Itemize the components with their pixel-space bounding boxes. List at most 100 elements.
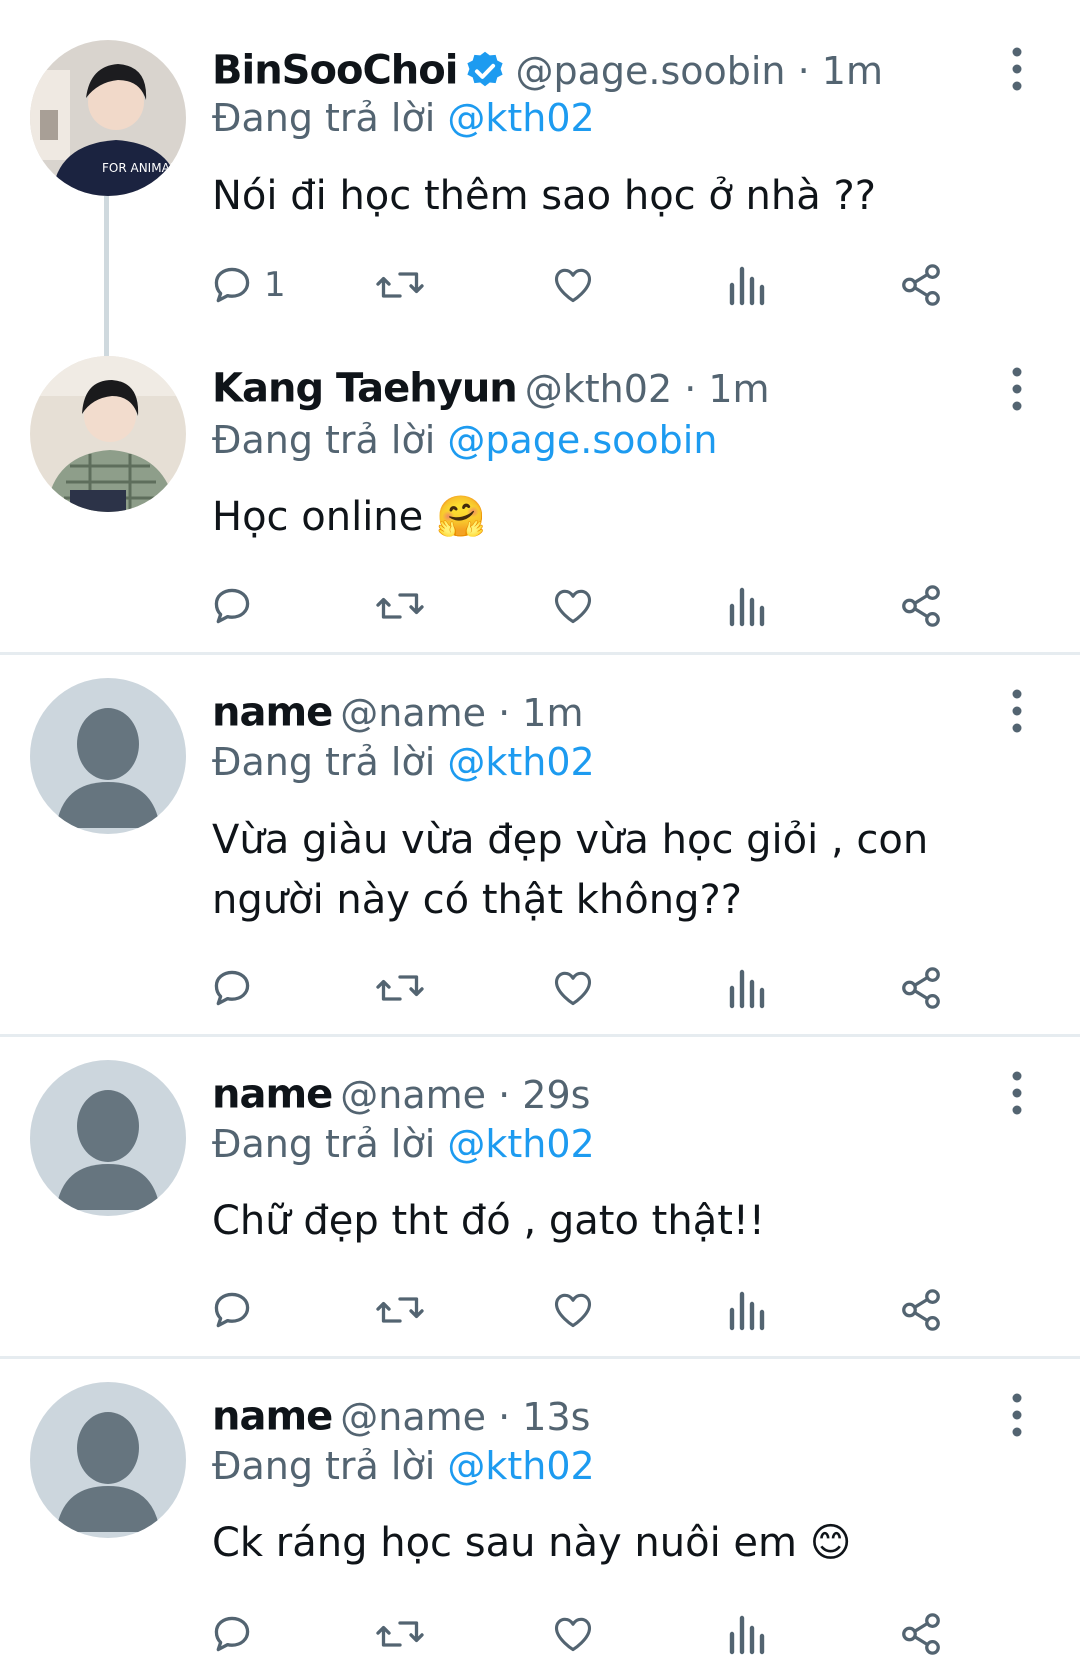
display-name[interactable]: name <box>212 1072 333 1118</box>
avatar[interactable] <box>30 356 186 512</box>
views-button[interactable] <box>726 958 766 1018</box>
avatar[interactable]: FOR ANIMAL <box>30 40 186 196</box>
share-button[interactable] <box>898 958 944 1018</box>
replying-to: Đang trả lời @kth02 <box>212 740 595 784</box>
mention-link[interactable]: @kth02 <box>447 1122 594 1166</box>
reply-bubble-icon <box>210 1288 254 1332</box>
retweet-button[interactable] <box>374 1604 426 1664</box>
replying-to: Đang trả lời @kth02 <box>212 1444 595 1488</box>
retweet-button[interactable] <box>374 255 426 315</box>
tweet-text: Chữ đẹp tht đó , gato thật!! <box>212 1198 765 1244</box>
views-bar-chart-icon <box>726 966 766 1010</box>
replying-to-label: Đang trả lời <box>212 418 436 462</box>
reply-button[interactable] <box>210 1280 264 1340</box>
views-bar-chart-icon <box>726 1612 766 1656</box>
more-vertical-icon[interactable] <box>1002 686 1032 736</box>
timestamp[interactable]: 1m <box>822 49 883 93</box>
tweet-divider <box>0 1356 1080 1359</box>
views-button[interactable] <box>726 576 766 636</box>
views-button[interactable] <box>726 1280 766 1340</box>
share-icon <box>898 1611 944 1657</box>
action-bar <box>210 958 1020 1018</box>
views-bar-chart-icon <box>726 584 766 628</box>
reply-button[interactable] <box>210 1604 264 1664</box>
views-bar-chart-icon <box>726 1288 766 1332</box>
retweet-button[interactable] <box>374 1280 426 1340</box>
share-icon <box>898 965 944 1011</box>
retweet-button[interactable] <box>374 958 426 1018</box>
share-icon <box>898 1287 944 1333</box>
reply-button[interactable]: 1 <box>210 255 286 315</box>
heart-icon <box>550 1612 596 1656</box>
share-icon <box>898 262 944 308</box>
display-name[interactable]: BinSooChoi <box>212 48 458 94</box>
reply-bubble-icon <box>210 263 254 307</box>
like-button[interactable] <box>550 576 596 636</box>
mention-link[interactable]: @kth02 <box>447 96 594 140</box>
replying-to: Đang trả lời @kth02 <box>212 96 595 140</box>
thread-connector-line <box>104 196 109 356</box>
heart-icon <box>550 1288 596 1332</box>
tweet-text: Ck ráng học sau này nuôi em 😊 <box>212 1520 852 1566</box>
like-button[interactable] <box>550 1604 596 1664</box>
views-bar-chart-icon <box>726 263 766 307</box>
default-avatar[interactable] <box>30 1060 186 1216</box>
replying-to: Đang trả lời @kth02 <box>212 1122 595 1166</box>
mention-link[interactable]: @kth02 <box>447 1444 594 1488</box>
handle[interactable]: @kth02 <box>525 367 672 411</box>
heart-icon <box>550 584 596 628</box>
retweet-icon <box>374 584 426 628</box>
reply-count: 1 <box>264 265 286 305</box>
like-button[interactable] <box>550 958 596 1018</box>
more-vertical-icon[interactable] <box>1002 1390 1032 1440</box>
replying-to: Đang trả lời @page.soobin <box>212 418 717 462</box>
more-vertical-icon[interactable] <box>1002 44 1032 94</box>
timestamp[interactable]: 29s <box>522 1073 590 1117</box>
share-button[interactable] <box>898 576 944 636</box>
reply-button[interactable] <box>210 576 264 636</box>
tweet-text: Nói đi học thêm sao học ở nhà ?? <box>212 173 876 219</box>
replying-to-label: Đang trả lời <box>212 1444 436 1488</box>
views-button[interactable] <box>726 255 766 315</box>
reply-button[interactable] <box>210 958 264 1018</box>
verified-badge-icon <box>463 49 507 93</box>
action-bar <box>210 1604 1020 1664</box>
handle[interactable]: @page.soobin <box>515 49 785 93</box>
svg-text:FOR ANIMAL: FOR ANIMAL <box>102 161 177 175</box>
more-vertical-icon[interactable] <box>1002 364 1032 414</box>
timestamp[interactable]: 1m <box>522 691 583 735</box>
default-avatar[interactable] <box>30 678 186 834</box>
replying-to-label: Đang trả lời <box>212 1122 436 1166</box>
share-button[interactable] <box>898 1280 944 1340</box>
tweet-text: Vừa giàu vừa đẹp vừa học giỏi , con ngườ… <box>212 817 929 923</box>
action-bar: 1 <box>210 255 1020 315</box>
mention-link[interactable]: @kth02 <box>447 740 594 784</box>
display-name[interactable]: name <box>212 690 333 736</box>
mention-link[interactable]: @page.soobin <box>447 418 717 462</box>
replying-to-label: Đang trả lời <box>212 96 436 140</box>
share-button[interactable] <box>898 255 944 315</box>
default-avatar[interactable] <box>30 1382 186 1538</box>
like-button[interactable] <box>550 1280 596 1340</box>
handle[interactable]: @name <box>340 1395 486 1439</box>
like-button[interactable] <box>550 255 596 315</box>
action-bar <box>210 576 1020 636</box>
reply-bubble-icon <box>210 966 254 1010</box>
handle[interactable]: @name <box>340 1073 486 1117</box>
more-vertical-icon[interactable] <box>1002 1068 1032 1118</box>
retweet-icon <box>374 966 426 1010</box>
replying-to-label: Đang trả lời <box>212 740 436 784</box>
display-name[interactable]: name <box>212 1394 333 1440</box>
heart-icon <box>550 263 596 307</box>
display-name[interactable]: Kang Taehyun <box>212 366 518 412</box>
timestamp[interactable]: 1m <box>708 367 769 411</box>
retweet-icon <box>374 1288 426 1332</box>
handle[interactable]: @name <box>340 691 486 735</box>
tweet-divider <box>0 652 1080 655</box>
views-button[interactable] <box>726 1604 766 1664</box>
share-icon <box>898 583 944 629</box>
share-button[interactable] <box>898 1604 944 1664</box>
timestamp[interactable]: 13s <box>522 1395 590 1439</box>
retweet-button[interactable] <box>374 576 426 636</box>
action-bar <box>210 1280 1020 1340</box>
